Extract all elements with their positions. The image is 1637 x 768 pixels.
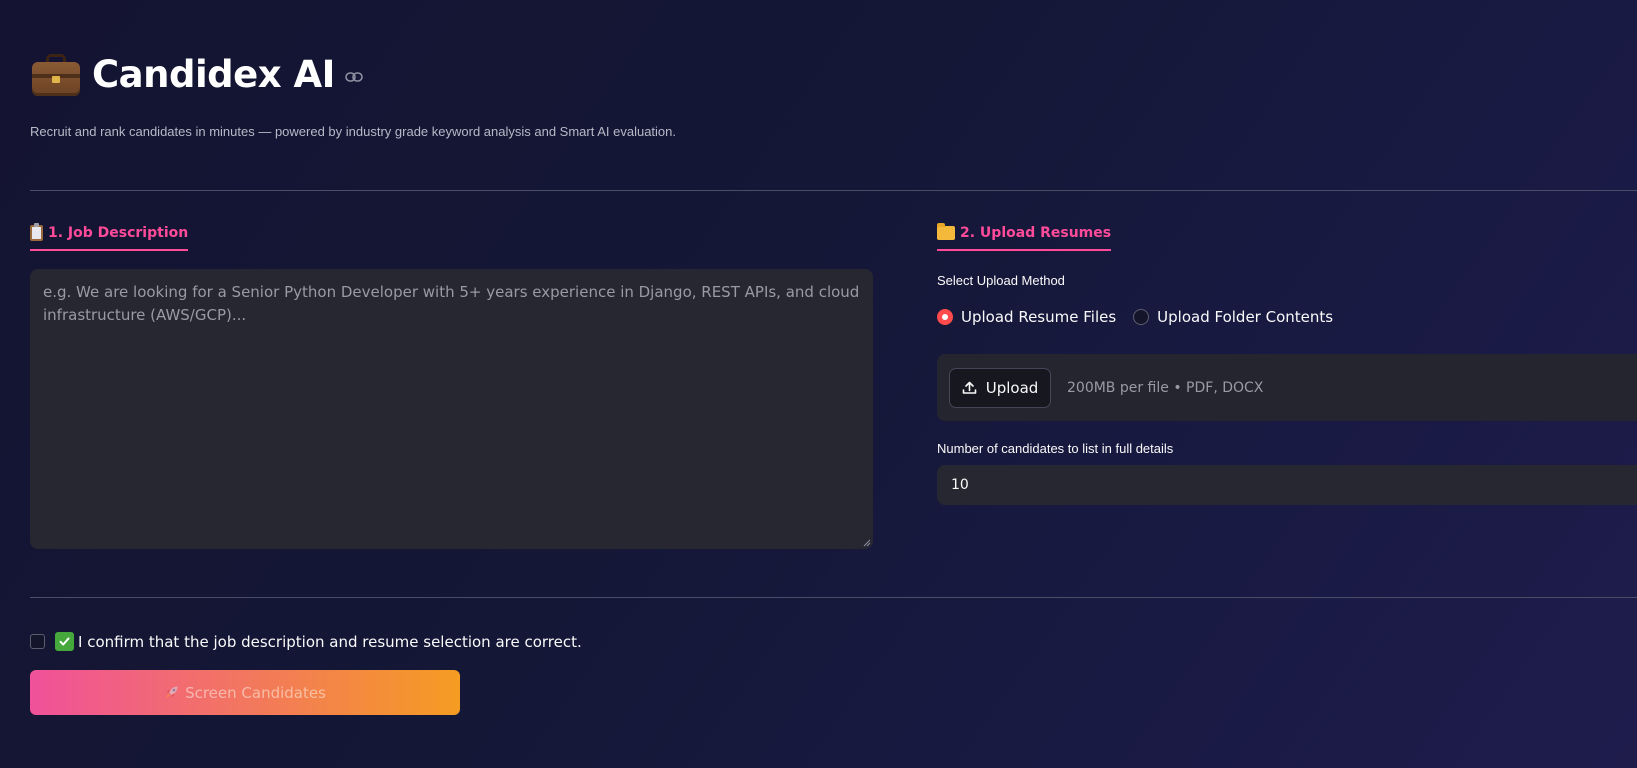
file-uploader-dropzone[interactable]: Upload 200MB per file • PDF, DOCX [937,354,1637,421]
job-description-placeholder: e.g. We are looking for a Senior Python … [43,283,860,324]
resize-handle-icon[interactable] [863,539,871,547]
page-subtitle: Recruit and rank candidates in minutes —… [30,124,677,139]
radio-label: Upload Resume Files [961,308,1117,326]
screen-candidates-button[interactable]: Screen Candidates [30,670,460,715]
job-description-input[interactable]: e.g. We are looking for a Senior Python … [30,269,873,549]
briefcase-icon [30,52,82,96]
link-icon[interactable] [345,71,363,83]
job-description-heading: 1. Job Description [30,223,189,251]
upload-resumes-heading: 2. Upload Resumes [937,223,1112,251]
confirm-label: I confirm that the job description and r… [78,632,582,651]
upload-button-label: Upload [985,378,1039,397]
check-mark-button-icon [55,632,74,651]
clipboard-icon [30,223,43,241]
page-header: Candidex AI [30,52,363,96]
upload-resumes-heading-label: 2. Upload Resumes [960,225,1112,241]
upload-method-label: Select Upload Method [937,273,1065,288]
upload-button[interactable]: Upload [949,367,1051,408]
page-title: Candidex AI [92,52,335,96]
upload-icon [962,381,977,394]
radio-upload-resume-files[interactable]: Upload Resume Files [937,308,1116,326]
folder-icon [937,223,955,240]
confirm-checkbox[interactable] [30,634,45,649]
upload-method-radio-group: Upload Resume Files Upload Folder Conten… [937,308,1350,326]
candidates-count-input[interactable]: 10 [937,465,1637,505]
screen-candidates-label: Screen Candidates [185,683,326,702]
upload-hint: 200MB per file • PDF, DOCX [1067,379,1264,396]
candidates-count-label: Number of candidates to list in full det… [937,441,1174,456]
radio-label: Upload Folder Contents [1157,308,1334,326]
job-description-heading-label: 1. Job Description [48,225,189,241]
radio-selected-icon [937,309,953,325]
confirm-row: I confirm that the job description and r… [30,632,582,651]
radio-upload-folder-contents[interactable]: Upload Folder Contents [1133,308,1333,326]
divider [30,597,1637,598]
rocket-icon [166,686,178,698]
radio-unselected-icon [1133,309,1150,325]
divider [30,190,1637,191]
